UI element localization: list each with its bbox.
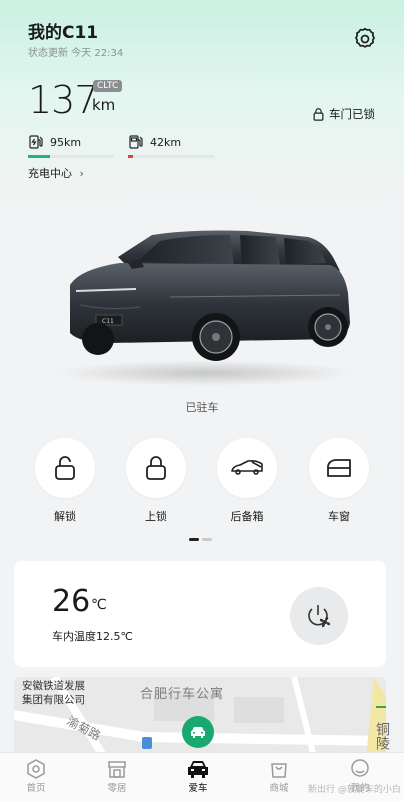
window-control[interactable]: 车窗 [306, 438, 372, 524]
charging-center-label: 充电中心 [28, 167, 72, 180]
unlock-icon [35, 438, 95, 498]
map-label-company-line1: 安徽铁道发展 [22, 680, 85, 692]
unlock-label: 解锁 [54, 510, 76, 523]
electric-range: 95km [28, 134, 81, 150]
parked-status: 已驻车 [185, 401, 219, 414]
window-label: 车窗 [328, 510, 350, 523]
chevron-right-icon: › [79, 167, 84, 180]
page-dot-active [189, 538, 199, 541]
fuel-range-bar [128, 155, 214, 158]
charging-pile-icon [29, 135, 43, 149]
car-location-pin[interactable] [182, 716, 214, 748]
page-indicator [189, 538, 212, 541]
svg-text:C11: C11 [102, 318, 114, 325]
map-label-apartment: 合肥行车公寓 [140, 687, 225, 702]
lock-control[interactable]: 上锁 [123, 438, 189, 524]
tab-my-car[interactable]: 爱车 [168, 758, 228, 794]
lock-label: 上锁 [145, 510, 167, 523]
fuel-range-fill [128, 155, 134, 158]
tab-home-label: 首页 [26, 783, 46, 794]
electric-range-label: 95km [50, 135, 82, 149]
fuel-pump-icon [129, 135, 143, 149]
tab-store-label: 零居 [107, 783, 127, 794]
door-lock-status[interactable]: 车门已锁 [312, 106, 375, 122]
window-icon [309, 438, 369, 498]
tab-my-car-label: 爱车 [188, 783, 208, 794]
lock-icon [126, 438, 186, 498]
gear-icon[interactable] [352, 26, 378, 52]
trunk-control[interactable]: 后备箱 [214, 438, 280, 524]
map-label-tongling: 铜陵 [374, 722, 390, 750]
temperature-unit: ℃ [91, 597, 107, 613]
fuel-range-label: 42km [150, 135, 182, 149]
store-icon [87, 758, 147, 780]
profile-icon [330, 758, 390, 780]
unlock-control[interactable]: 解锁 [32, 438, 98, 524]
set-temperature: 26 [52, 584, 91, 619]
trunk-label: 后备箱 [230, 510, 264, 523]
car-icon [168, 758, 228, 780]
fuel-range: 42km [128, 134, 181, 150]
indoor-temperature: 车内温度12.5℃ [52, 630, 133, 643]
page-dot [202, 538, 212, 541]
range-unit: km [92, 96, 116, 114]
charging-center-link[interactable]: 充电中心 › [28, 165, 84, 181]
tab-shop-label: 商城 [269, 783, 289, 794]
map-label-company: 安徽铁道发展 集团有限公司 [22, 679, 85, 707]
tab-home[interactable]: 首页 [6, 758, 66, 794]
electric-range-bar [28, 155, 114, 158]
shop-icon [249, 758, 309, 780]
tab-shop[interactable]: 商城 [249, 758, 309, 794]
car-icon [191, 727, 205, 738]
lock-icon [313, 108, 324, 121]
car-image: C11 [40, 215, 364, 385]
page-title: 我的C11 [28, 23, 99, 43]
map-label-company-line2: 集团有限公司 [22, 694, 85, 706]
tab-store[interactable]: 零居 [87, 758, 147, 794]
status-update-time: 状态更新 今天 22:34 [28, 48, 124, 59]
ac-power-button[interactable] [290, 587, 348, 645]
range-value: 137 [28, 78, 99, 122]
home-icon [6, 758, 66, 780]
trunk-icon [217, 438, 277, 498]
door-status-label: 车门已锁 [329, 107, 375, 121]
watermark: 新出行 @就爱车的小白 [308, 785, 401, 795]
electric-range-fill [28, 155, 51, 158]
power-fan-icon [308, 605, 331, 628]
cltc-badge: CLTC [93, 80, 123, 92]
